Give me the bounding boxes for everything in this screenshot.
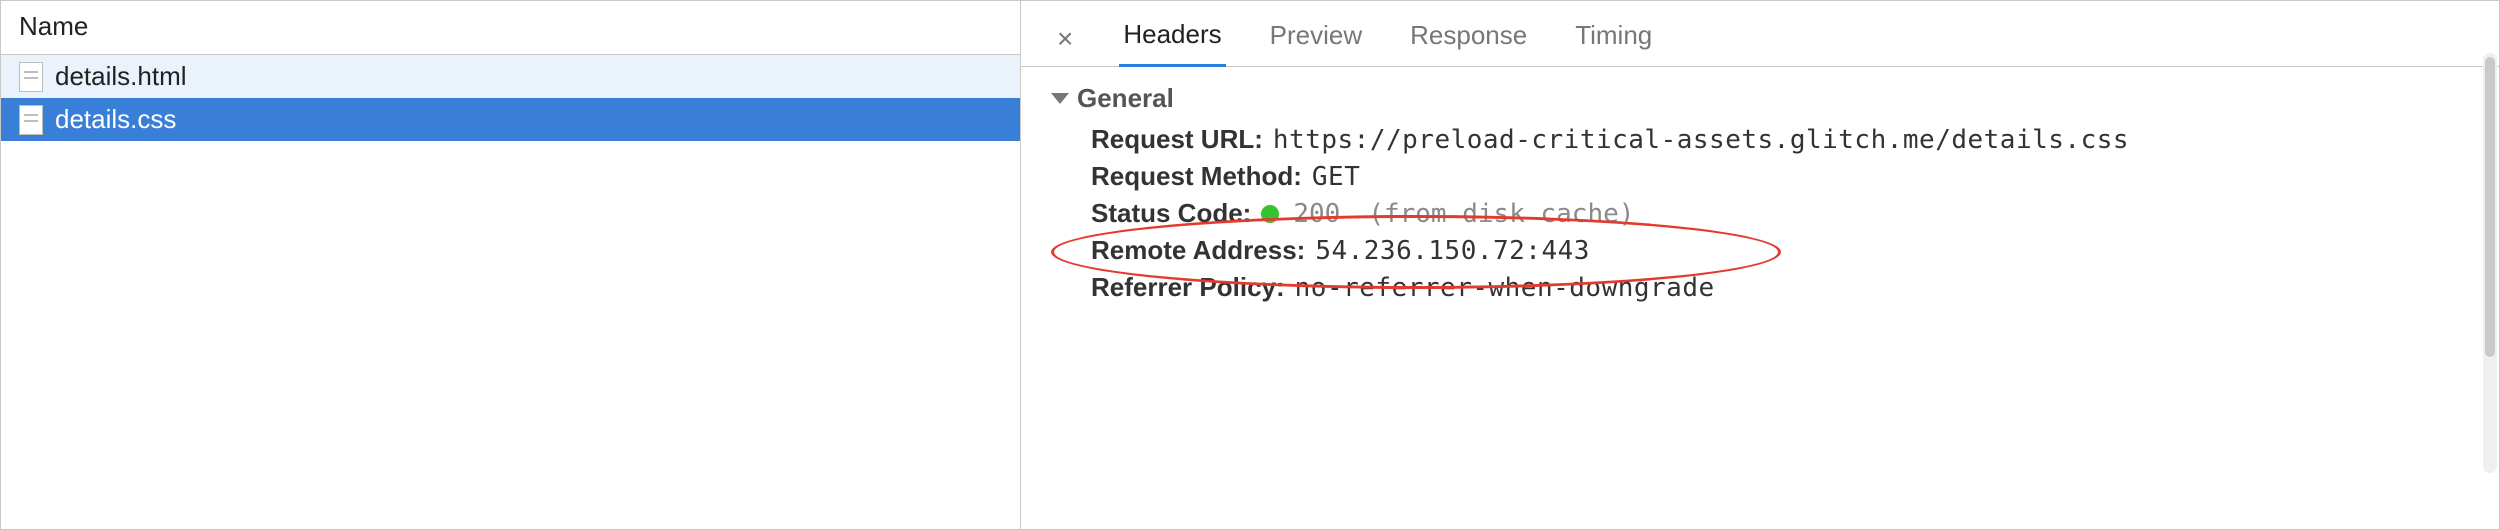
row-status-code: Status Code: 200 (from disk cache) <box>1091 198 2469 229</box>
tab-response[interactable]: Response <box>1406 12 1531 65</box>
value-request-method: GET <box>1312 162 1360 192</box>
value-status-code: 200 <box>1293 199 1340 229</box>
value-request-url: https://preload-critical-assets.glitch.m… <box>1273 125 2129 155</box>
label-referrer-policy: Referrer Policy: <box>1091 272 1285 303</box>
request-name: details.css <box>55 104 176 135</box>
request-row-selected[interactable]: details.css <box>1 98 1020 141</box>
label-status-code: Status Code: <box>1091 198 1251 229</box>
request-list: details.html details.css <box>1 55 1020 529</box>
label-request-url: Request URL: <box>1091 124 1263 155</box>
value-status-code-source: (from disk cache) <box>1368 199 1634 229</box>
value-referrer-policy: no-referrer-when-downgrade <box>1295 273 1715 303</box>
request-row[interactable]: details.html <box>1 55 1020 98</box>
file-icon <box>19 105 43 135</box>
row-referrer-policy: Referrer Policy: no-referrer-when-downgr… <box>1091 272 2469 303</box>
section-general-toggle[interactable]: General <box>1051 83 2469 114</box>
row-remote-address: Remote Address: 54.236.150.72:443 <box>1091 235 2469 266</box>
request-details-pane: × Headers Preview Response Timing Genera… <box>1021 1 2499 529</box>
disclosure-triangle-icon <box>1051 93 1069 104</box>
scrollbar[interactable] <box>2483 53 2497 473</box>
headers-body: General Request URL: https://preload-cri… <box>1021 67 2499 529</box>
tab-timing[interactable]: Timing <box>1571 12 1656 65</box>
details-tab-bar: × Headers Preview Response Timing <box>1021 1 2499 67</box>
close-icon[interactable]: × <box>1051 21 1079 57</box>
row-request-url: Request URL: https://preload-critical-as… <box>1091 124 2469 155</box>
tab-headers[interactable]: Headers <box>1119 11 1225 67</box>
request-list-pane: Name details.html details.css <box>1 1 1021 529</box>
request-name: details.html <box>55 61 187 92</box>
label-request-method: Request Method: <box>1091 161 1302 192</box>
tab-preview[interactable]: Preview <box>1266 12 1366 65</box>
scrollbar-thumb[interactable] <box>2485 57 2495 357</box>
column-header-name[interactable]: Name <box>1 1 1020 55</box>
devtools-network-panel: Name details.html details.css × Headers … <box>0 0 2500 530</box>
file-icon <box>19 62 43 92</box>
value-remote-address: 54.236.150.72:443 <box>1315 236 1590 266</box>
status-dot-icon <box>1261 205 1279 223</box>
section-title: General <box>1077 83 1174 114</box>
row-request-method: Request Method: GET <box>1091 161 2469 192</box>
label-remote-address: Remote Address: <box>1091 235 1305 266</box>
